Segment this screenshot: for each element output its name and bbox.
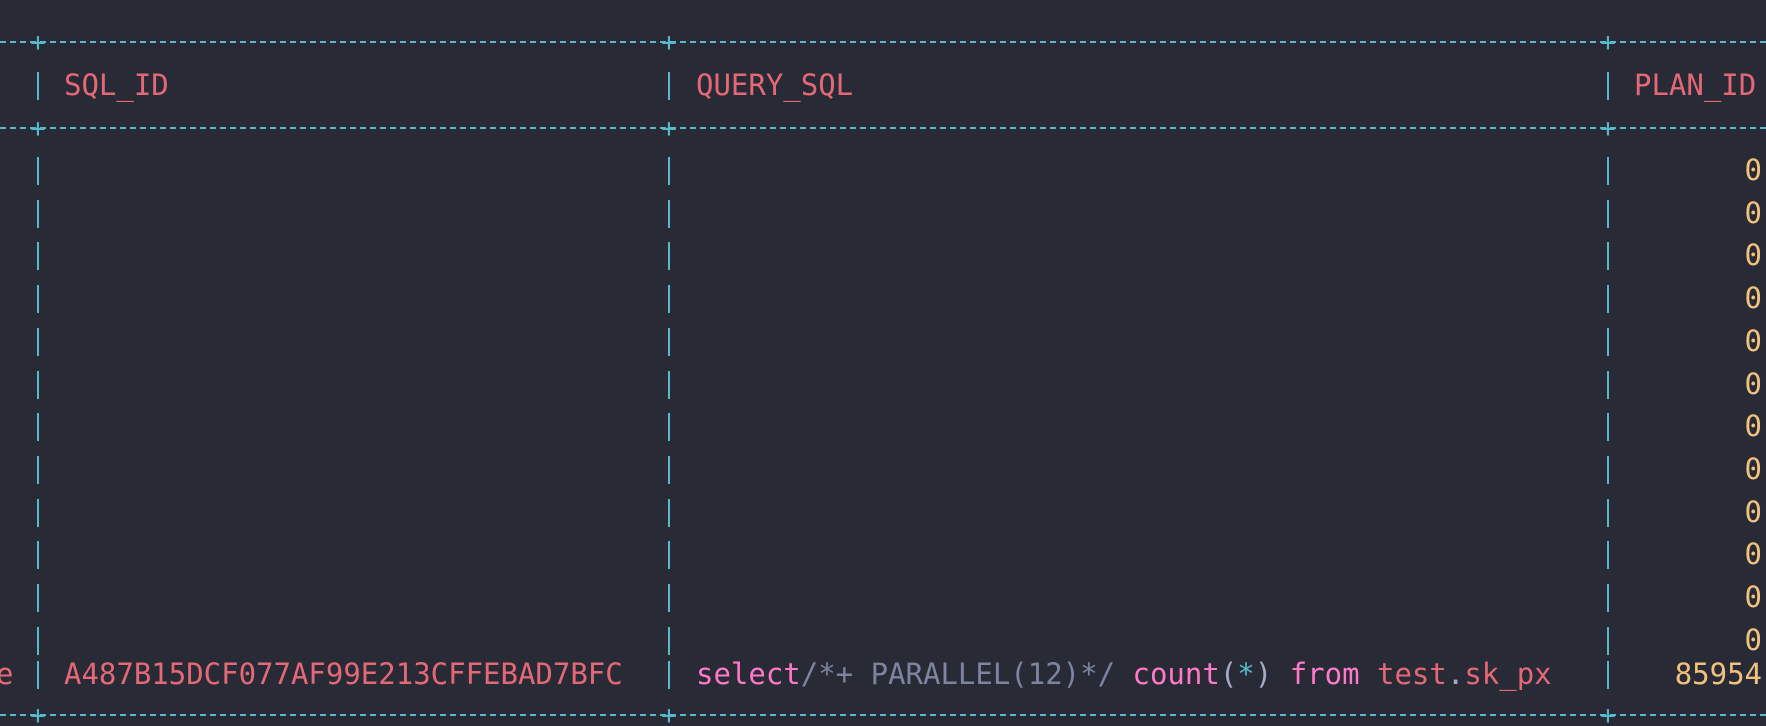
column-divider <box>37 584 39 612</box>
sql-paren-close: ) <box>1254 657 1273 691</box>
column-divider <box>37 498 39 527</box>
border-corner: + <box>1600 28 1616 58</box>
border-corner: + <box>661 28 677 58</box>
column-divider <box>1607 199 1609 228</box>
column-divider <box>668 370 670 399</box>
border-corner: + <box>30 701 46 726</box>
table-border-top <box>0 41 1766 43</box>
column-divider <box>37 285 39 314</box>
border-corner: + <box>661 701 677 726</box>
table-border-bottom <box>0 714 1766 716</box>
column-divider <box>1607 413 1609 442</box>
column-divider <box>1607 541 1609 570</box>
column-divider <box>37 327 39 356</box>
sql-hint: /*+ PARALLEL(12)*/ <box>800 657 1116 691</box>
column-divider <box>668 661 670 689</box>
cell-plan-id: 0 <box>1744 323 1762 358</box>
column-divider <box>1607 370 1609 399</box>
column-divider <box>668 626 670 655</box>
sql-paren-open: ( <box>1219 657 1238 691</box>
sql-keyword-from: from <box>1289 657 1360 691</box>
sql-keyword-select: select <box>696 657 801 691</box>
column-divider <box>1607 285 1609 314</box>
column-divider <box>668 327 670 356</box>
sql-schema: test <box>1377 657 1447 691</box>
header-sql-id: SQL_ID <box>64 68 169 102</box>
column-divider <box>37 370 39 399</box>
column-divider <box>1607 72 1609 100</box>
cell-plan-id: 0 <box>1744 238 1762 273</box>
column-divider <box>668 242 670 271</box>
column-divider <box>37 661 39 689</box>
sql-dot: . <box>1446 657 1465 691</box>
column-divider <box>668 413 670 442</box>
column-divider <box>1607 584 1609 612</box>
column-divider <box>1607 455 1609 484</box>
border-corner: + <box>30 28 46 58</box>
column-divider <box>668 199 670 228</box>
column-divider <box>668 584 670 612</box>
cell-sql-id: A487B15DCF077AF99E213CFFEBAD7BFC <box>64 657 623 691</box>
column-divider <box>37 72 39 100</box>
column-divider <box>37 242 39 271</box>
sql-function-count: count <box>1132 657 1220 691</box>
column-divider <box>37 157 39 185</box>
column-divider <box>668 157 670 185</box>
column-divider <box>37 413 39 442</box>
column-divider <box>1607 327 1609 356</box>
column-divider <box>668 541 670 570</box>
sql-star: * <box>1237 657 1255 691</box>
cell-plan-id: 0 <box>1744 195 1762 230</box>
column-divider <box>37 541 39 570</box>
header-query-sql: QUERY_SQL <box>696 68 854 102</box>
border-corner: + <box>30 114 46 144</box>
header-plan-id: PLAN_ID <box>1634 68 1757 102</box>
sql-table: sk_px <box>1464 657 1552 691</box>
cell-query-sql: select/*+ PARALLEL(12)*/ count(*) from t… <box>696 653 1552 695</box>
column-divider <box>37 199 39 228</box>
column-divider <box>668 455 670 484</box>
border-corner: + <box>1600 114 1616 144</box>
column-divider <box>668 72 670 100</box>
terminal-output: + + + SQL_ID QUERY_SQL PLAN_ID + + + 0 0 0… <box>0 0 1766 726</box>
column-divider <box>668 285 670 314</box>
column-divider <box>1607 498 1609 527</box>
border-corner: + <box>1600 701 1616 726</box>
column-divider <box>1607 661 1609 689</box>
cell-plan-id: 0 <box>1744 409 1762 444</box>
cell-plan-id: 0 <box>1744 537 1762 572</box>
column-divider <box>37 626 39 655</box>
cell-plan-id: 0 <box>1744 366 1762 401</box>
cell-plan-id: 0 <box>1744 153 1762 187</box>
column-divider <box>668 498 670 527</box>
cell-plan-id: 85954 <box>1674 657 1762 691</box>
cell-plan-id: 0 <box>1744 451 1762 486</box>
border-corner: + <box>661 114 677 144</box>
column-divider <box>1607 242 1609 271</box>
cell-plan-id: 0 <box>1744 281 1762 316</box>
column-divider <box>37 455 39 484</box>
prev-column-tail: e <box>0 657 14 691</box>
column-divider <box>1607 626 1609 655</box>
cell-plan-id: 0 <box>1744 580 1762 614</box>
column-divider <box>1607 157 1609 185</box>
cell-plan-id: 0 <box>1744 494 1762 529</box>
table-border-header <box>0 127 1766 129</box>
